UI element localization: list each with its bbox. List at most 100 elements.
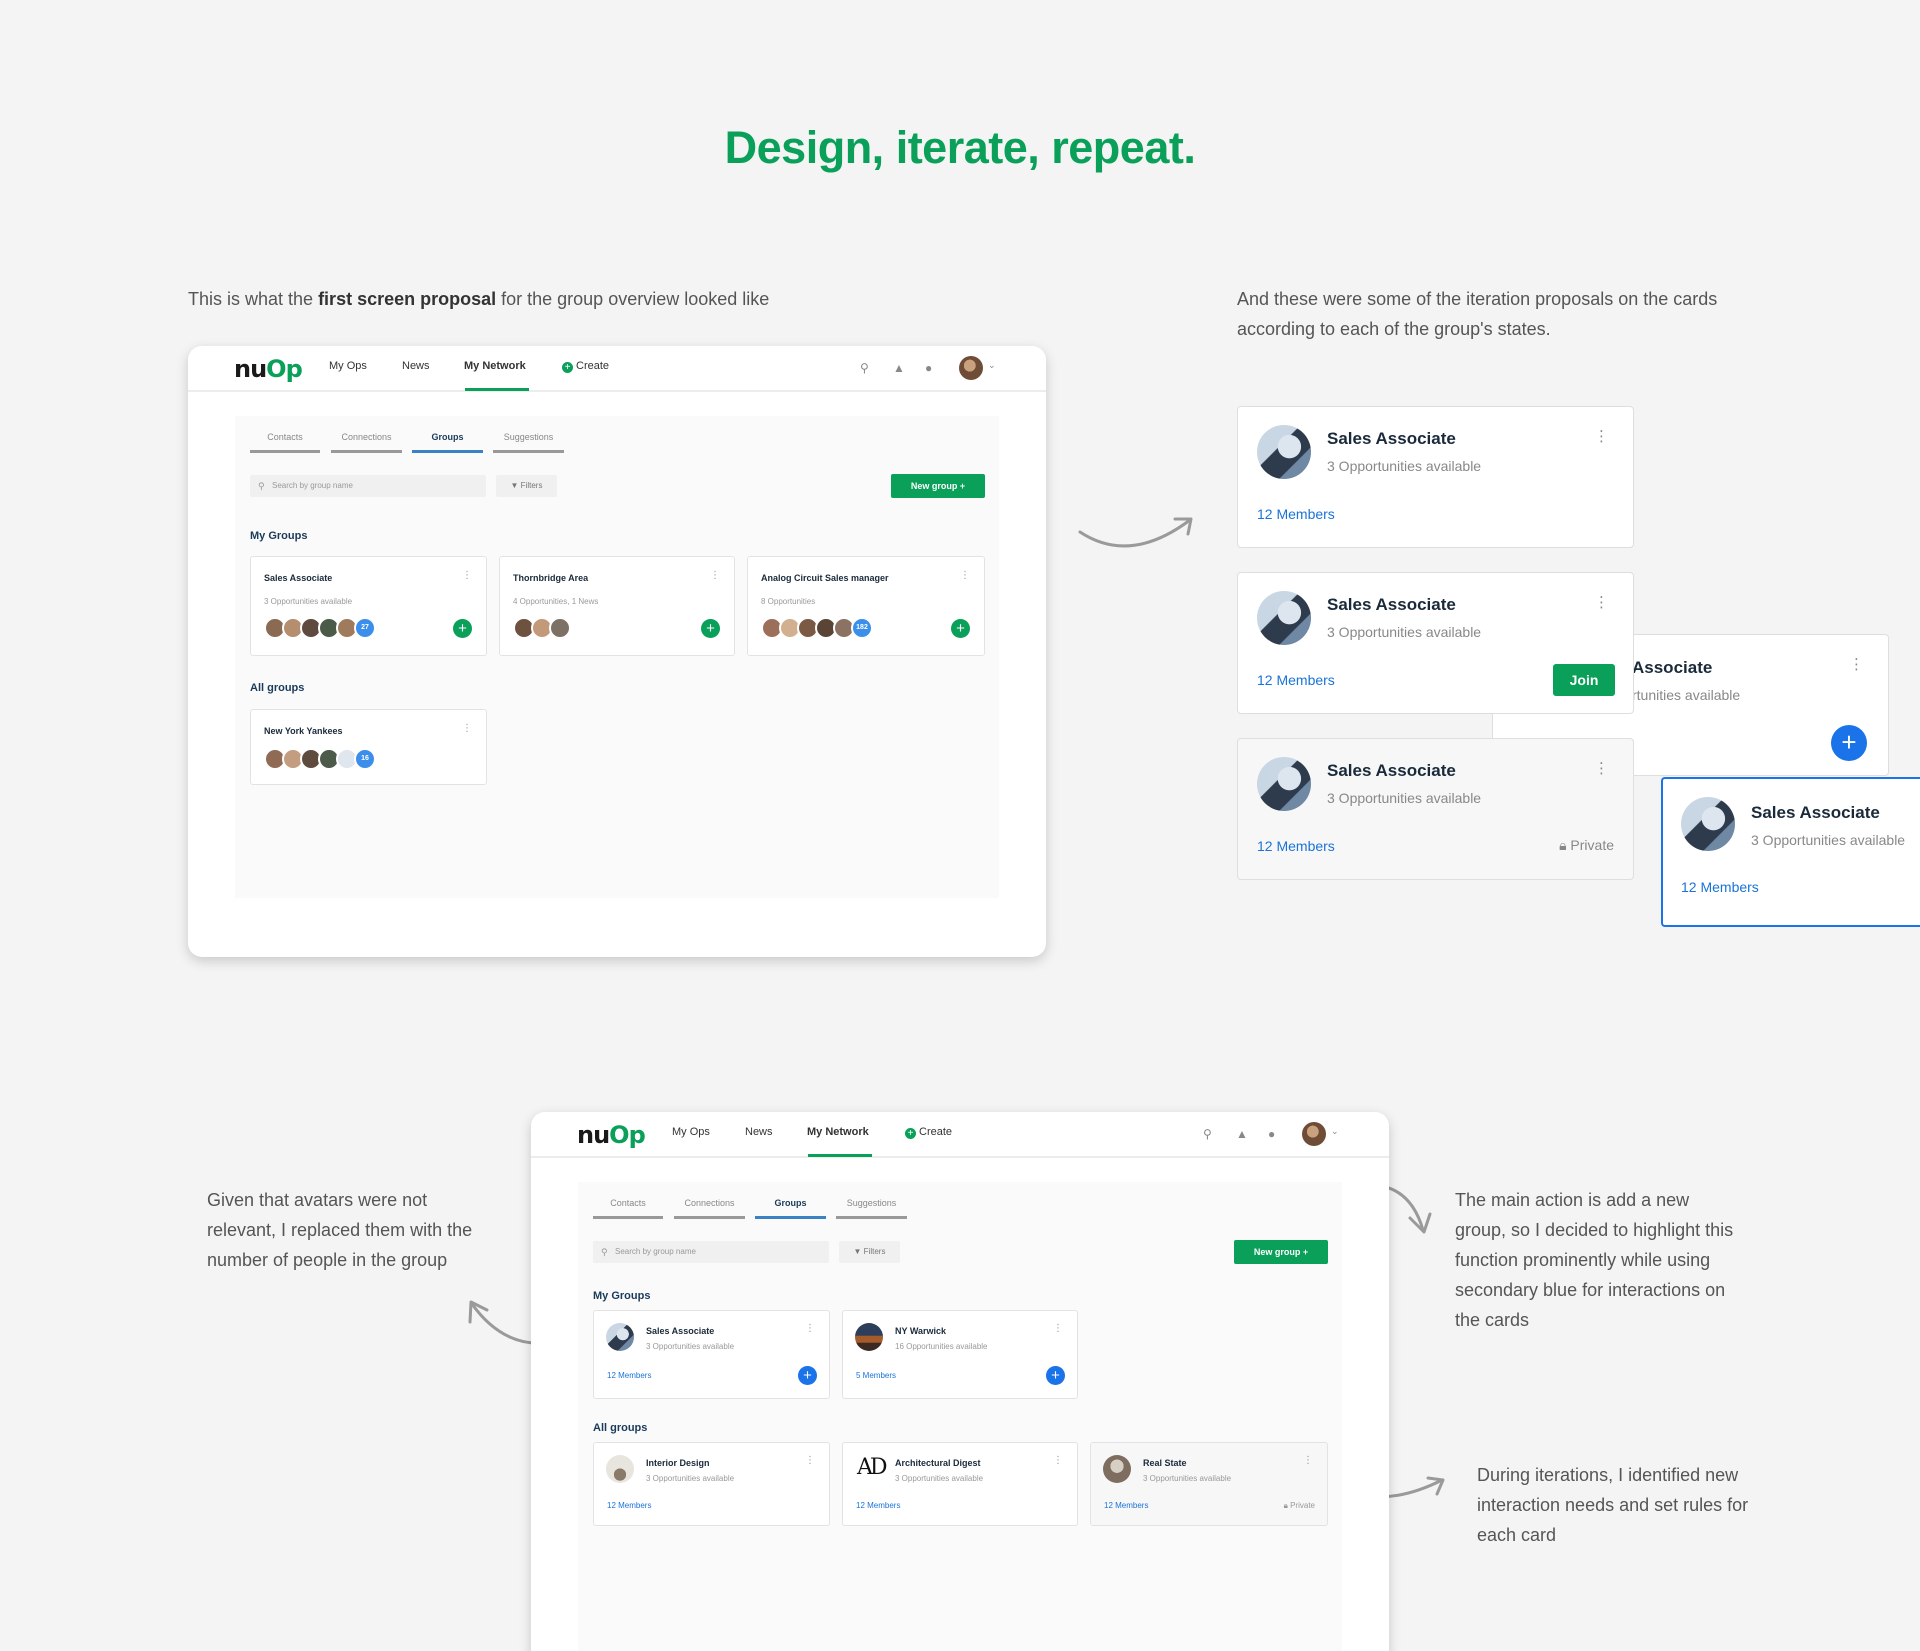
nav-news[interactable]: News xyxy=(745,1126,773,1138)
add-button[interactable]: + xyxy=(798,1366,817,1385)
caption-line: The main action is add a new xyxy=(1455,1190,1690,1210)
filter-icon: ▼ xyxy=(853,1247,864,1256)
group-card[interactable]: NY Warwick 16 Opportunities available ⋮ … xyxy=(842,1310,1078,1399)
more-options-icon[interactable]: ⋮ xyxy=(1303,1455,1313,1466)
plus-circle-icon: + xyxy=(562,362,573,373)
more-options-icon[interactable]: ⋮ xyxy=(1594,427,1609,445)
more-options-icon[interactable]: ⋮ xyxy=(1849,655,1864,673)
more-options-icon[interactable]: ⋮ xyxy=(960,570,970,581)
group-card[interactable]: Real State 3 Opportunities available ⋮ 1… xyxy=(1090,1442,1328,1526)
members-link[interactable]: 12 Members xyxy=(1257,506,1335,522)
search-icon: ⚲ xyxy=(258,481,265,491)
revised-proposal-mockup: nuOp My Ops News My Network + Create ⚲ ▲ … xyxy=(531,1112,1389,1651)
user-avatar[interactable] xyxy=(1302,1122,1326,1146)
group-title: Thornbridge Area xyxy=(513,573,589,583)
tab-suggestions[interactable]: Suggestions xyxy=(493,432,564,453)
tab-groups[interactable]: Groups xyxy=(412,432,483,453)
more-options-icon[interactable]: ⋮ xyxy=(1594,759,1609,777)
card-title: Sales Associate xyxy=(1751,803,1880,822)
group-title: Architectural Digest xyxy=(895,1458,981,1468)
new-group-button[interactable]: New group + xyxy=(1234,1240,1328,1264)
tab-connections[interactable]: Connections xyxy=(674,1198,745,1219)
new-group-button[interactable]: New group + xyxy=(891,474,985,498)
member-avatars: 27 xyxy=(264,617,394,639)
add-button[interactable]: + xyxy=(1831,725,1867,761)
members-link[interactable]: 12 Members xyxy=(856,1501,900,1510)
add-button[interactable]: + xyxy=(701,619,720,638)
avatar xyxy=(549,617,571,639)
search-input[interactable]: ⚲ Search by group name xyxy=(593,1241,829,1263)
nuop-logo: nuOp xyxy=(234,355,303,383)
nav-create[interactable]: + Create xyxy=(562,360,609,373)
group-thumbnail xyxy=(855,1323,883,1351)
state-card-selected[interactable]: Sales Associate 3 Opportunities availabl… xyxy=(1661,777,1920,927)
chat-icon[interactable]: ● xyxy=(1268,1127,1275,1141)
more-options-icon[interactable]: ⋮ xyxy=(462,723,472,734)
caption-text: for the group overview looked like xyxy=(496,289,770,309)
group-card[interactable]: New York Yankees ⋮ 16 xyxy=(250,709,487,785)
tab-connections[interactable]: Connections xyxy=(331,432,402,453)
nav-my-network[interactable]: My Network xyxy=(464,360,526,372)
add-button[interactable]: + xyxy=(951,619,970,638)
tab-suggestions[interactable]: Suggestions xyxy=(836,1198,907,1219)
bell-icon[interactable]: ▲ xyxy=(893,361,905,375)
more-options-icon[interactable]: ⋮ xyxy=(805,1455,815,1466)
members-link[interactable]: 12 Members xyxy=(1257,838,1335,854)
group-subtitle: 16 Opportunities available xyxy=(895,1342,988,1351)
state-card-private[interactable]: Sales Associate 3 Opportunities availabl… xyxy=(1237,738,1634,880)
groups-panel: Contacts Connections Groups Suggestions … xyxy=(235,416,999,898)
tab-contacts[interactable]: Contacts xyxy=(593,1198,663,1219)
more-options-icon[interactable]: ⋮ xyxy=(1053,1455,1063,1466)
group-title: Analog Circuit Sales manager xyxy=(761,573,889,583)
caption-text: This is what the xyxy=(188,289,319,309)
add-button[interactable]: + xyxy=(1046,1366,1065,1385)
group-card[interactable]: Thornbridge Area 4 Opportunities, 1 News… xyxy=(499,556,735,656)
caption-line: relevant, I replaced them with the xyxy=(207,1220,473,1240)
members-link[interactable]: 12 Members xyxy=(1257,672,1335,688)
nav-create[interactable]: + Create xyxy=(905,1126,952,1139)
group-card[interactable]: Sales Associate 3 Opportunities availabl… xyxy=(593,1310,830,1399)
nav-my-ops[interactable]: My Ops xyxy=(672,1126,710,1138)
filters-button[interactable]: ▼ Filters xyxy=(496,475,557,497)
group-card[interactable]: Interior Design 3 Opportunities availabl… xyxy=(593,1442,830,1526)
group-card[interactable]: Sales Associate 3 Opportunities availabl… xyxy=(250,556,487,656)
state-card-join[interactable]: Sales Associate 3 Opportunities availabl… xyxy=(1237,572,1634,714)
members-link[interactable]: 12 Members xyxy=(1104,1501,1148,1510)
members-link[interactable]: 12 Members xyxy=(607,1501,651,1510)
members-link[interactable]: 12 Members xyxy=(607,1371,651,1380)
group-title: Interior Design xyxy=(646,1458,710,1468)
more-options-icon[interactable]: ⋮ xyxy=(805,1323,815,1334)
tab-groups[interactable]: Groups xyxy=(755,1198,826,1219)
group-card[interactable]: AD Architectural Digest 3 Opportunities … xyxy=(842,1442,1078,1526)
tab-contacts[interactable]: Contacts xyxy=(250,432,320,453)
members-link[interactable]: 12 Members xyxy=(1681,879,1759,895)
bell-icon[interactable]: ▲ xyxy=(1236,1127,1248,1141)
search-input[interactable]: ⚲ Search by group name xyxy=(250,475,486,497)
member-count-badge: 182 xyxy=(851,617,873,639)
group-title: Sales Associate xyxy=(264,573,333,583)
nuop-logo: nuOp xyxy=(577,1121,646,1149)
nav-news[interactable]: News xyxy=(402,360,430,372)
search-icon[interactable]: ⚲ xyxy=(1203,1127,1212,1141)
more-options-icon[interactable]: ⋮ xyxy=(710,570,720,581)
search-icon[interactable]: ⚲ xyxy=(860,361,869,375)
caption-line: secondary blue for interactions on xyxy=(1455,1280,1726,1300)
state-card-default[interactable]: Sales Associate 3 Opportunities availabl… xyxy=(1237,406,1634,548)
nav-my-ops[interactable]: My Ops xyxy=(329,360,367,372)
chevron-down-icon[interactable]: ⌄ xyxy=(988,360,996,371)
caption-line: each card xyxy=(1477,1525,1557,1545)
group-subtitle: 3 Opportunities available xyxy=(646,1342,735,1351)
join-button[interactable]: Join xyxy=(1553,664,1615,696)
filters-button[interactable]: ▼ Filters xyxy=(839,1241,900,1263)
members-link[interactable]: 5 Members xyxy=(856,1371,896,1380)
more-options-icon[interactable]: ⋮ xyxy=(1594,593,1609,611)
add-button[interactable]: + xyxy=(453,619,472,638)
more-options-icon[interactable]: ⋮ xyxy=(1053,1323,1063,1334)
chevron-down-icon[interactable]: ⌄ xyxy=(1331,1126,1339,1137)
nav-my-network[interactable]: My Network xyxy=(807,1126,869,1138)
group-card[interactable]: Analog Circuit Sales manager 8 Opportuni… xyxy=(747,556,985,656)
chat-icon[interactable]: ● xyxy=(925,361,932,375)
caption-avatars: Given that avatars were not relevant, I … xyxy=(207,1185,472,1275)
more-options-icon[interactable]: ⋮ xyxy=(462,570,472,581)
user-avatar[interactable] xyxy=(959,356,983,380)
